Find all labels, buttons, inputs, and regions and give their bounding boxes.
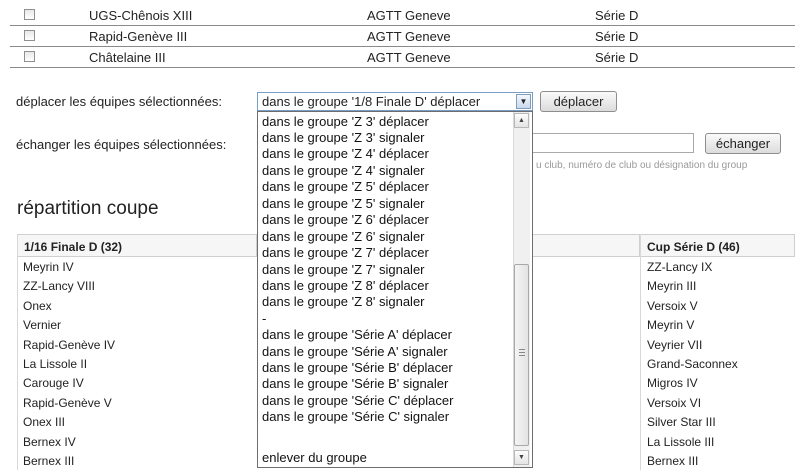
list-item[interactable]: Bernex III (647, 452, 738, 471)
dropdown-option[interactable]: dans le groupe 'Z 4' déplacer (262, 146, 429, 161)
list-item[interactable]: Bernex III (23, 452, 115, 471)
dropdown-option[interactable]: dans le groupe 'Z 7' signaler (262, 262, 425, 277)
dropdown-option[interactable]: dans le groupe 'Z 5' signaler (262, 196, 425, 211)
dropdown-option[interactable]: dans le groupe 'Z 8' signaler (262, 294, 425, 309)
dropdown-option[interactable]: - (262, 311, 266, 326)
swap-hint: u club, numéro de club ou désignation du… (536, 160, 748, 171)
dropdown-option[interactable]: dans le groupe 'Z 5' déplacer (262, 179, 429, 194)
dropdown-scrollbar[interactable]: ▲ ▼ (513, 112, 530, 467)
list-item[interactable]: Meyrin III (647, 277, 738, 296)
dropdown-option[interactable]: dans le groupe 'Z 6' signaler (262, 229, 425, 244)
move-select-value: dans le groupe '1/8 Finale D' déplacer (262, 94, 481, 109)
list-item[interactable]: Carouge IV (23, 374, 115, 393)
list-item[interactable]: Onex (23, 297, 115, 316)
team-name: Châtelaine III (89, 50, 166, 65)
dropdown-option[interactable]: dans le groupe 'Série B' signaler (262, 376, 448, 391)
dropdown-option[interactable]: dans le groupe 'Série A' déplacer (262, 327, 452, 342)
dropdown-option[interactable]: dans le groupe 'Série A' signaler (262, 344, 448, 359)
team-association: AGTT Geneve (367, 8, 451, 23)
team-name: Rapid-Genève III (89, 29, 188, 44)
group-header-middle (533, 234, 640, 257)
move-select-dropdown[interactable]: dans le groupe 'Z 3' déplacer dans le gr… (257, 111, 533, 468)
list-item[interactable]: ZZ-Lancy IX (647, 258, 738, 277)
swap-input[interactable] (520, 133, 694, 153)
group-team-list: ZZ-Lancy IX Meyrin III Versoix V Meyrin … (647, 258, 738, 471)
dropdown-option[interactable]: dans le groupe 'Z 4' signaler (262, 163, 425, 178)
list-item[interactable]: Silver Star III (647, 413, 738, 432)
team-series: Série D (595, 8, 639, 23)
dropdown-option[interactable]: dans le groupe 'Série B' déplacer (262, 360, 453, 375)
scroll-down-icon[interactable]: ▼ (514, 450, 529, 465)
team-checkbox[interactable] (24, 9, 35, 20)
team-row: UGS-Chênois XIII AGTT Geneve Série D (10, 6, 795, 26)
move-label: déplacer les équipes sélectionnées: (16, 94, 222, 109)
chevron-down-icon[interactable]: ▼ (516, 94, 531, 109)
list-item[interactable]: Onex III (23, 413, 115, 432)
team-series: Série D (595, 50, 639, 65)
list-item[interactable]: Vernier (23, 316, 115, 335)
team-row: Châtelaine III AGTT Geneve Série D (10, 48, 795, 68)
list-item[interactable]: Migros IV (647, 374, 738, 393)
section-title: répartition coupe (17, 198, 159, 219)
group-team-list: Meyrin IV ZZ-Lancy VIII Onex Vernier Rap… (23, 258, 115, 471)
group-header: Cup Série D (46) (640, 234, 795, 257)
list-item[interactable]: La Lissole II (23, 355, 115, 374)
list-item[interactable]: Meyrin IV (23, 258, 115, 277)
swap-button[interactable]: échanger (705, 133, 781, 154)
team-checkbox[interactable] (24, 51, 35, 62)
group-header: 1/16 Finale D (32) (17, 234, 257, 257)
scrollbar-grip (519, 355, 525, 356)
dropdown-option[interactable]: dans le groupe 'Série C' signaler (262, 409, 449, 424)
scrollbar-thumb[interactable] (514, 264, 529, 446)
dropdown-option[interactable]: dans le groupe 'Z 3' déplacer (262, 114, 429, 129)
scroll-up-icon[interactable]: ▲ (514, 113, 529, 128)
dropdown-option[interactable]: dans le groupe 'Z 7' déplacer (262, 245, 429, 260)
dropdown-option[interactable]: dans le groupe 'Z 8' déplacer (262, 278, 429, 293)
list-item[interactable]: Meyrin V (647, 316, 738, 335)
team-checkbox[interactable] (24, 30, 35, 41)
dropdown-option[interactable]: dans le groupe 'Z 6' déplacer (262, 212, 429, 227)
team-row: Rapid-Genève III AGTT Geneve Série D (10, 27, 795, 47)
list-item[interactable]: La Lissole III (647, 433, 738, 452)
list-item[interactable]: Versoix VI (647, 394, 738, 413)
list-item[interactable]: Rapid-Genève V (23, 394, 115, 413)
move-select[interactable]: dans le groupe '1/8 Finale D' déplacer ▼ (257, 92, 533, 111)
team-name: UGS-Chênois XIII (89, 8, 193, 23)
move-button[interactable]: déplacer (540, 91, 617, 112)
column-divider (640, 234, 641, 470)
dropdown-option[interactable]: enlever du groupe (262, 450, 367, 465)
list-item[interactable]: ZZ-Lancy VIII (23, 277, 115, 296)
team-series: Série D (595, 29, 639, 44)
list-item[interactable]: Grand-Saconnex (647, 355, 738, 374)
column-divider (17, 234, 18, 470)
dropdown-option[interactable]: dans le groupe 'Série C' déplacer (262, 393, 453, 408)
list-item[interactable]: Bernex IV (23, 433, 115, 452)
scrollbar-grip (519, 349, 525, 350)
swap-label: échanger les équipes sélectionnées: (16, 137, 227, 152)
dropdown-option[interactable]: dans le groupe 'Z 3' signaler (262, 130, 425, 145)
list-item[interactable]: Versoix V (647, 297, 738, 316)
scrollbar-grip (519, 352, 525, 353)
list-item[interactable]: Veyrier VII (647, 336, 738, 355)
team-association: AGTT Geneve (367, 29, 451, 44)
team-association: AGTT Geneve (367, 50, 451, 65)
list-item[interactable]: Rapid-Genève IV (23, 336, 115, 355)
